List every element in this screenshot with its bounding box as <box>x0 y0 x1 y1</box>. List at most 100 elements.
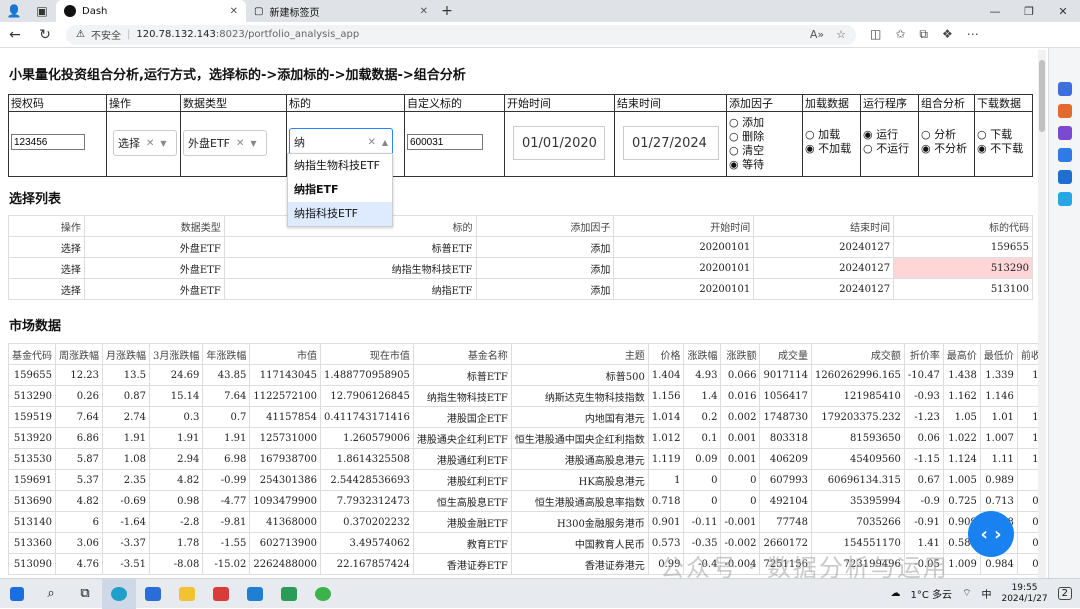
cell[interactable]: 0.370202232 <box>320 511 414 533</box>
column-header[interactable]: 价格 <box>647 343 685 365</box>
cell[interactable]: -0.69 <box>102 490 150 512</box>
favorite-star-icon[interactable]: ☆ <box>836 28 846 41</box>
file-explorer-icon[interactable] <box>170 579 204 609</box>
cell[interactable]: 1.014 <box>647 406 685 428</box>
table-row[interactable]: 选择 外盘ETF 标普ETF 添加 20200101 20240127 1596… <box>8 236 1033 258</box>
cell[interactable]: 1.91 <box>202 427 251 449</box>
factor-radio-add[interactable]: ○ 添加 <box>729 116 800 130</box>
cell[interactable]: 选择 <box>8 257 85 279</box>
games-icon[interactable] <box>1057 148 1072 162</box>
table-row[interactable]: 159655 12.23 13.5 24.69 43.85 117143045 1.4887… <box>8 364 1038 386</box>
cell[interactable]: 0.994 <box>1016 553 1038 575</box>
cell[interactable]: 港股国企ETF <box>412 406 512 428</box>
column-header[interactable]: 年涨跌幅 <box>202 343 251 365</box>
maximize-icon[interactable]: ❐ <box>1012 5 1046 18</box>
column-header[interactable]: 涨跌额 <box>720 343 761 365</box>
column-header[interactable]: 最高价 <box>942 343 981 365</box>
cell[interactable]: 0.718 <box>647 490 685 512</box>
cell[interactable]: 513690 <box>8 490 56 512</box>
factor-radio-wait[interactable]: ◉ 等待 <box>729 158 800 172</box>
clear-icon[interactable]: ✕ <box>367 137 375 148</box>
cell[interactable]: 1.156 <box>647 385 685 407</box>
load-radio-load[interactable]: ○ 加载 <box>805 128 858 142</box>
cell[interactable]: 159655 <box>893 236 1033 258</box>
cell[interactable]: 7035266 <box>811 511 905 533</box>
cell[interactable]: 7.64 <box>202 385 251 407</box>
cell[interactable]: 513360 <box>8 532 56 554</box>
table-row[interactable]: 选择 外盘ETF 纳指ETF 添加 20200101 20240127 5131… <box>8 278 1033 300</box>
collections-icon[interactable]: ⧉ <box>919 27 928 42</box>
cell[interactable]: 43.85 <box>202 364 251 386</box>
cell[interactable]: 1.488770958905 <box>320 364 414 386</box>
wechat-icon[interactable] <box>306 579 340 609</box>
cell[interactable]: 3.06 <box>55 532 103 554</box>
cell[interactable]: 0.575 <box>1016 532 1038 554</box>
table-row[interactable]: 159691 5.37 2.35 4.82 -0.99 254301386 2.544285… <box>8 469 1038 491</box>
run-radio-run[interactable]: ◉ 运行 <box>863 128 916 142</box>
column-header[interactable]: 操作 <box>8 215 85 237</box>
cell[interactable]: 0.98 <box>148 490 204 512</box>
cell[interactable]: 179203375.232 <box>811 406 905 428</box>
cell[interactable]: 1.005 <box>942 469 981 491</box>
cell[interactable]: -2.8 <box>148 511 204 533</box>
cell[interactable]: 513290 <box>8 385 56 407</box>
cell[interactable]: 1.146 <box>979 385 1018 407</box>
workspaces-icon[interactable]: ▣ <box>28 0 56 22</box>
cell[interactable]: 外盘ETF <box>83 257 225 279</box>
mail-icon[interactable] <box>136 579 170 609</box>
cell[interactable]: 4.82 <box>148 469 204 491</box>
cell[interactable]: 15.14 <box>148 385 204 407</box>
cell[interactable]: 24.69 <box>148 364 204 386</box>
cell[interactable]: -9.81 <box>202 511 251 533</box>
more-icon[interactable]: ⋯ <box>967 27 979 42</box>
windows-start-icon[interactable] <box>0 579 34 609</box>
cell[interactable]: 1.05 <box>942 406 981 428</box>
download-radio-nodownload[interactable]: ◉ 不下载 <box>977 142 1030 156</box>
column-header[interactable]: 添加因子 <box>475 215 615 237</box>
task-view-icon[interactable]: ⧉ <box>68 579 102 609</box>
column-header[interactable]: 基金代码 <box>8 343 56 365</box>
cell[interactable]: 0.901 <box>647 511 685 533</box>
dropdown-option-selected[interactable]: 纳指ETF <box>288 178 392 202</box>
column-header[interactable]: 标的代码 <box>893 215 1033 237</box>
factor-radio-delete[interactable]: ○ 删除 <box>729 130 800 144</box>
cell[interactable]: 6.98 <box>202 448 251 470</box>
close-window-icon[interactable]: ✕ <box>1046 5 1080 18</box>
cell[interactable]: -0.99 <box>202 469 251 491</box>
cell[interactable]: -1.64 <box>102 511 150 533</box>
cell[interactable]: 添加 <box>475 278 615 300</box>
start-date-input[interactable]: 01/01/2020 <box>513 126 605 160</box>
cell[interactable]: 2.54428536693 <box>320 469 414 491</box>
cell[interactable]: 0.066 <box>720 364 761 386</box>
cell[interactable]: 0.713 <box>979 490 1018 512</box>
cell[interactable]: 1 <box>647 469 685 491</box>
cell[interactable]: -0.001 <box>720 511 761 533</box>
cell[interactable]: 6.86 <box>55 427 103 449</box>
cell[interactable]: 2.35 <box>102 469 150 491</box>
cell[interactable]: 45409560 <box>811 448 905 470</box>
cell[interactable]: 添加 <box>475 257 615 279</box>
cell[interactable]: 0.902 <box>1016 511 1038 533</box>
cell[interactable]: 恒生高股息ETF <box>412 490 512 512</box>
column-header[interactable]: 基金名称 <box>412 343 512 365</box>
clear-icon[interactable]: ✕ <box>146 138 154 149</box>
cell[interactable]: 1122572100 <box>249 385 321 407</box>
cell[interactable]: 41368000 <box>249 511 321 533</box>
drop-icon[interactable] <box>1057 192 1072 206</box>
cell[interactable]: 恒生港股通高股息率指数 <box>510 490 649 512</box>
column-header[interactable]: 3月涨跌幅 <box>148 343 204 365</box>
cell[interactable]: 0.411743171416 <box>320 406 414 428</box>
cell[interactable]: 0.725 <box>942 490 981 512</box>
chevron-down-icon[interactable]: ▼ <box>250 139 256 148</box>
cell[interactable]: 香港证券港元 <box>510 553 649 575</box>
cell[interactable]: 607993 <box>759 469 813 491</box>
cell[interactable]: 1.404 <box>647 364 685 386</box>
cell[interactable]: 1.4 <box>683 385 722 407</box>
url-field[interactable]: ⚠ 不安全 | 120.78.132.143:8023/portfolio_an… <box>66 24 856 45</box>
edge-taskbar-icon[interactable] <box>102 578 136 609</box>
column-header[interactable]: 现在市值 <box>320 343 414 365</box>
cell[interactable]: 0.718 <box>1016 490 1038 512</box>
search-icon[interactable]: ⌕ <box>34 579 68 609</box>
factor-radio-clear[interactable]: ○ 清空 <box>729 144 800 158</box>
column-header[interactable]: 主题 <box>510 343 649 365</box>
